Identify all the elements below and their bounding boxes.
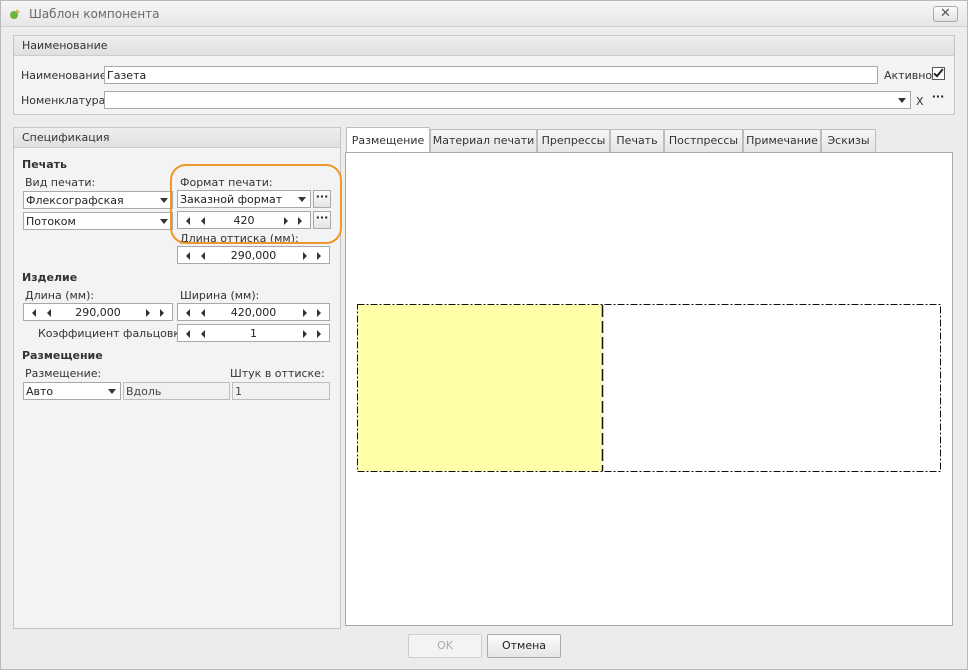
feed-type-select[interactable]: Потоком bbox=[23, 212, 173, 230]
print-type-select[interactable]: Флексографская bbox=[23, 191, 173, 209]
width-label: Ширина (мм): bbox=[180, 289, 260, 302]
feed-type-value: Потоком bbox=[26, 215, 76, 228]
name-input[interactable]: Газета bbox=[104, 66, 878, 84]
close-button[interactable]: ✕ bbox=[933, 6, 958, 22]
print-type-value: Флексографская bbox=[26, 194, 124, 207]
placement-section-title: Размещение bbox=[22, 349, 103, 362]
prev-arrow-icon[interactable] bbox=[201, 309, 205, 317]
placement-label: Размещение: bbox=[25, 367, 102, 380]
tab-placement[interactable]: Размещение bbox=[346, 127, 430, 152]
placement-tab-page bbox=[345, 152, 953, 626]
pieces-field: 1 bbox=[232, 382, 330, 400]
prev-arrow-icon[interactable] bbox=[201, 252, 205, 260]
impression-length-value: 290,000 bbox=[230, 249, 277, 262]
direction-field: Вдоль bbox=[123, 382, 230, 400]
next-arrow-icon[interactable] bbox=[303, 252, 307, 260]
first-arrow-icon[interactable] bbox=[32, 309, 36, 317]
chevron-down-icon bbox=[160, 198, 168, 203]
length-spinner[interactable]: 290,000 bbox=[23, 303, 173, 321]
tab-notes[interactable]: Примечание bbox=[743, 129, 821, 153]
last-arrow-icon[interactable] bbox=[317, 252, 321, 260]
last-arrow-icon[interactable] bbox=[317, 309, 321, 317]
nomenclature-select[interactable] bbox=[104, 91, 911, 109]
chevron-down-icon bbox=[898, 98, 906, 103]
prev-arrow-icon[interactable] bbox=[201, 330, 205, 338]
tab-sketches[interactable]: Эскизы bbox=[821, 129, 876, 153]
ok-button[interactable]: OK bbox=[408, 634, 482, 658]
pieces-label: Штук в оттиске: bbox=[230, 367, 325, 380]
print-section-title: Печать bbox=[22, 158, 67, 171]
active-label: Активно bbox=[884, 69, 933, 82]
cancel-button[interactable]: Отмена bbox=[487, 634, 561, 658]
nomenclature-clear-button[interactable]: X bbox=[916, 95, 924, 108]
first-arrow-icon[interactable] bbox=[186, 252, 190, 260]
next-arrow-icon[interactable] bbox=[303, 330, 307, 338]
chevron-down-icon bbox=[160, 219, 168, 224]
impression-length-spinner[interactable]: 290,000 bbox=[177, 246, 330, 264]
width-spinner[interactable]: 420,000 bbox=[177, 303, 330, 321]
dialog-window: Шаблон компонента ✕ Наименование Наимено… bbox=[0, 0, 968, 670]
last-arrow-icon[interactable] bbox=[317, 330, 321, 338]
length-value: 290,000 bbox=[75, 306, 121, 319]
length-label: Длина (мм): bbox=[25, 289, 95, 302]
window-title: Шаблон компонента bbox=[29, 7, 160, 21]
tab-postpress[interactable]: Постпрессы bbox=[664, 129, 743, 153]
nomenclature-browse-button[interactable]: ··· bbox=[929, 91, 947, 109]
placement-select[interactable]: Авто bbox=[23, 382, 121, 400]
tab-prepress[interactable]: Препрессы bbox=[537, 129, 610, 153]
print-sheet-outline bbox=[357, 304, 941, 472]
print-sheet-preview bbox=[357, 304, 941, 472]
width-value: 420,000 bbox=[230, 306, 277, 319]
first-arrow-icon[interactable] bbox=[186, 309, 190, 317]
title-bar: Шаблон компонента ✕ bbox=[1, 1, 967, 27]
next-arrow-icon[interactable] bbox=[146, 309, 150, 317]
close-icon: ✕ bbox=[940, 6, 951, 21]
name-label: Наименование: bbox=[21, 69, 111, 82]
tab-print-material[interactable]: Материал печати bbox=[430, 129, 537, 153]
tab-print[interactable]: Печать bbox=[610, 129, 664, 153]
fold-coef-label: Коэффициент фальцовки: bbox=[38, 327, 191, 340]
app-icon bbox=[10, 9, 20, 19]
next-arrow-icon[interactable] bbox=[303, 309, 307, 317]
specification-group-header: Спецификация bbox=[14, 128, 340, 148]
ellipsis-icon: ··· bbox=[931, 90, 945, 103]
nomenclature-label: Номенклатура: bbox=[21, 94, 110, 107]
first-arrow-icon[interactable] bbox=[186, 330, 190, 338]
pieces-value: 1 bbox=[235, 385, 242, 398]
direction-value: Вдоль bbox=[126, 385, 162, 398]
placement-value: Авто bbox=[26, 385, 54, 398]
last-arrow-icon[interactable] bbox=[160, 309, 164, 317]
print-type-label: Вид печати: bbox=[25, 176, 96, 189]
prev-arrow-icon[interactable] bbox=[47, 309, 51, 317]
fold-coef-value: 1 bbox=[250, 327, 257, 340]
chevron-down-icon bbox=[108, 389, 116, 394]
name-input-value: Газета bbox=[107, 69, 147, 82]
naming-group-header: Наименование bbox=[14, 36, 954, 56]
active-checkbox[interactable] bbox=[932, 66, 945, 80]
fold-coef-spinner[interactable]: 1 bbox=[177, 324, 330, 342]
check-icon bbox=[933, 66, 944, 78]
product-section-title: Изделие bbox=[22, 271, 78, 284]
print-format-highlight bbox=[170, 164, 342, 244]
